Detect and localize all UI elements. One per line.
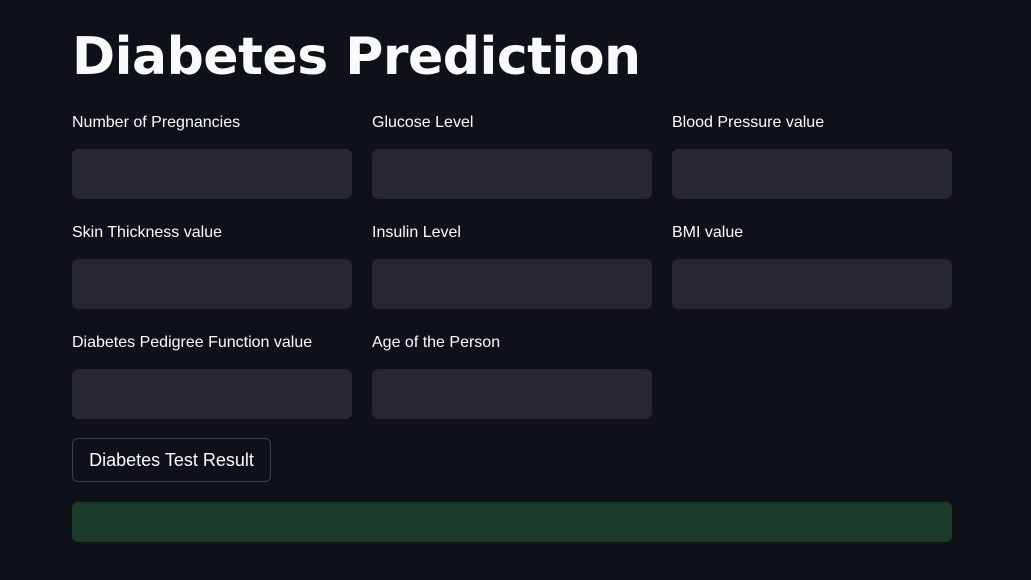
app-container: Diabetes Prediction Number of Pregnancie… xyxy=(0,0,1031,580)
skin-thickness-input[interactable] xyxy=(72,259,352,309)
bmi-input[interactable] xyxy=(672,259,952,309)
bmi-field-group: BMI value xyxy=(672,223,952,309)
insulin-label: Insulin Level xyxy=(372,224,461,241)
age-input[interactable] xyxy=(372,369,652,419)
bmi-label: BMI value xyxy=(672,224,744,241)
pedigree-field-group: Diabetes Pedigree Function value xyxy=(72,333,352,419)
age-field-group: Age of the Person xyxy=(372,333,652,419)
glucose-input[interactable] xyxy=(372,149,652,199)
blood-pressure-label: Blood Pressure value xyxy=(672,114,825,131)
glucose-label: Glucose Level xyxy=(372,114,474,131)
blood-pressure-field-group: Blood Pressure value xyxy=(672,113,952,199)
diabetes-test-result-button[interactable]: Diabetes Test Result xyxy=(72,438,271,482)
blood-pressure-input[interactable] xyxy=(672,149,952,199)
pedigree-label: Diabetes Pedigree Function value xyxy=(72,334,313,351)
age-label: Age of the Person xyxy=(372,334,501,351)
pregnancies-label: Number of Pregnancies xyxy=(72,114,241,131)
glucose-field-group: Glucose Level xyxy=(372,113,652,199)
pregnancies-input[interactable] xyxy=(72,149,352,199)
result-message-box xyxy=(72,502,952,542)
page-title: Diabetes Prediction xyxy=(72,27,641,87)
insulin-input[interactable] xyxy=(372,259,652,309)
insulin-field-group: Insulin Level xyxy=(372,223,652,309)
pedigree-input[interactable] xyxy=(72,369,352,419)
skin-thickness-field-group: Skin Thickness value xyxy=(72,223,352,309)
skin-thickness-label: Skin Thickness value xyxy=(72,224,222,241)
pregnancies-field-group: Number of Pregnancies xyxy=(72,113,352,199)
